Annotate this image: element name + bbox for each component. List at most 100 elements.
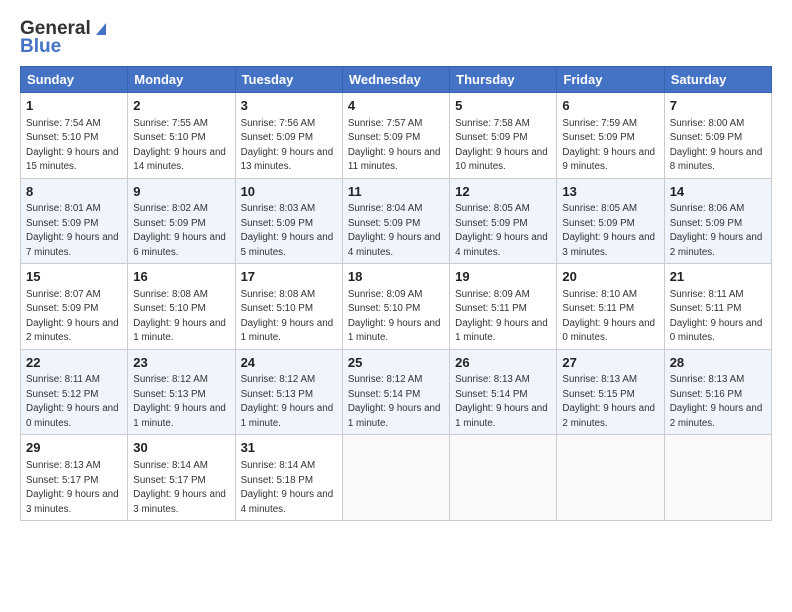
calendar-cell: 19 Sunrise: 8:09 AMSunset: 5:11 PMDayligh… — [450, 264, 557, 350]
calendar-cell: 13 Sunrise: 8:05 AMSunset: 5:09 PMDayligh… — [557, 178, 664, 264]
calendar-cell: 29 Sunrise: 8:13 AMSunset: 5:17 PMDayligh… — [21, 435, 128, 521]
calendar-cell: 1 Sunrise: 7:54 AMSunset: 5:10 PMDaylight… — [21, 93, 128, 179]
calendar-cell: 24 Sunrise: 8:12 AMSunset: 5:13 PMDayligh… — [235, 349, 342, 435]
calendar-cell: 26 Sunrise: 8:13 AMSunset: 5:14 PMDayligh… — [450, 349, 557, 435]
day-number: 8 — [26, 183, 122, 201]
day-detail: Sunrise: 8:10 AMSunset: 5:11 PMDaylight:… — [562, 289, 655, 344]
day-number: 18 — [348, 268, 444, 286]
col-header-wednesday: Wednesday — [342, 67, 449, 93]
col-header-saturday: Saturday — [664, 67, 771, 93]
col-header-tuesday: Tuesday — [235, 67, 342, 93]
calendar-cell: 31 Sunrise: 8:14 AMSunset: 5:18 PMDayligh… — [235, 435, 342, 521]
day-detail: Sunrise: 8:08 AMSunset: 5:10 PMDaylight:… — [241, 289, 334, 344]
calendar-cell: 15Sunrise: 8:07 AMSunset: 5:09 PMDayligh… — [21, 264, 128, 350]
day-detail: Sunrise: 7:54 AMSunset: 5:10 PMDaylight:… — [26, 118, 119, 173]
day-detail: Sunrise: 7:58 AMSunset: 5:09 PMDaylight:… — [455, 118, 548, 173]
day-detail: Sunrise: 8:13 AMSunset: 5:17 PMDaylight:… — [26, 460, 119, 515]
day-number: 17 — [241, 268, 337, 286]
col-header-thursday: Thursday — [450, 67, 557, 93]
calendar-cell: 6Sunrise: 7:59 AMSunset: 5:09 PMDaylight… — [557, 93, 664, 179]
calendar-cell: 16 Sunrise: 8:08 AMSunset: 5:10 PMDayligh… — [128, 264, 235, 350]
calendar-table: SundayMondayTuesdayWednesdayThursdayFrid… — [20, 66, 772, 521]
calendar-cell: 3Sunrise: 7:56 AMSunset: 5:09 PMDaylight… — [235, 93, 342, 179]
day-number: 16 — [133, 268, 229, 286]
calendar-cell: 23 Sunrise: 8:12 AMSunset: 5:13 PMDayligh… — [128, 349, 235, 435]
page-header: General Blue — [20, 18, 772, 58]
day-number: 31 — [241, 439, 337, 457]
day-number: 25 — [348, 354, 444, 372]
day-detail: Sunrise: 8:13 AMSunset: 5:14 PMDaylight:… — [455, 374, 548, 429]
calendar-cell — [557, 435, 664, 521]
day-number: 6 — [562, 97, 658, 115]
day-detail: Sunrise: 8:12 AMSunset: 5:13 PMDaylight:… — [133, 374, 226, 429]
logo-icon — [92, 19, 110, 37]
day-number: 2 — [133, 97, 229, 115]
day-number: 27 — [562, 354, 658, 372]
calendar-cell: 2 Sunrise: 7:55 AMSunset: 5:10 PMDaylight… — [128, 93, 235, 179]
calendar-cell: 27Sunrise: 8:13 AMSunset: 5:15 PMDayligh… — [557, 349, 664, 435]
day-number: 12 — [455, 183, 551, 201]
calendar-cell: 21Sunrise: 8:11 AMSunset: 5:11 PMDayligh… — [664, 264, 771, 350]
day-number: 19 — [455, 268, 551, 286]
day-detail: Sunrise: 7:57 AMSunset: 5:09 PMDaylight:… — [348, 118, 441, 173]
calendar-week-2: 8 Sunrise: 8:01 AMSunset: 5:09 PMDaylight… — [21, 178, 772, 264]
day-detail: Sunrise: 8:12 AMSunset: 5:13 PMDaylight:… — [241, 374, 334, 429]
day-number: 20 — [562, 268, 658, 286]
day-number: 22 — [26, 354, 122, 372]
col-header-friday: Friday — [557, 67, 664, 93]
calendar-cell: 9 Sunrise: 8:02 AMSunset: 5:09 PMDaylight… — [128, 178, 235, 264]
calendar-cell: 25 Sunrise: 8:12 AMSunset: 5:14 PMDayligh… — [342, 349, 449, 435]
day-detail: Sunrise: 8:00 AMSunset: 5:09 PMDaylight:… — [670, 118, 763, 173]
day-number: 11 — [348, 183, 444, 201]
calendar-cell: 5 Sunrise: 7:58 AMSunset: 5:09 PMDaylight… — [450, 93, 557, 179]
col-header-monday: Monday — [128, 67, 235, 93]
day-detail: Sunrise: 8:12 AMSunset: 5:14 PMDaylight:… — [348, 374, 441, 429]
day-number: 13 — [562, 183, 658, 201]
day-detail: Sunrise: 7:55 AMSunset: 5:10 PMDaylight:… — [133, 118, 226, 173]
calendar-cell: 11 Sunrise: 8:04 AMSunset: 5:09 PMDayligh… — [342, 178, 449, 264]
calendar-cell: 12 Sunrise: 8:05 AMSunset: 5:09 PMDayligh… — [450, 178, 557, 264]
day-number: 30 — [133, 439, 229, 457]
day-detail: Sunrise: 8:04 AMSunset: 5:09 PMDaylight:… — [348, 203, 441, 258]
day-detail: Sunrise: 7:56 AMSunset: 5:09 PMDaylight:… — [241, 118, 334, 173]
day-number: 29 — [26, 439, 122, 457]
day-number: 14 — [670, 183, 766, 201]
day-number: 4 — [348, 97, 444, 115]
day-number: 26 — [455, 354, 551, 372]
calendar-cell: 28Sunrise: 8:13 AMSunset: 5:16 PMDayligh… — [664, 349, 771, 435]
day-detail: Sunrise: 8:06 AMSunset: 5:09 PMDaylight:… — [670, 203, 763, 258]
calendar-cell — [664, 435, 771, 521]
day-number: 21 — [670, 268, 766, 286]
calendar-week-4: 22 Sunrise: 8:11 AMSunset: 5:12 PMDayligh… — [21, 349, 772, 435]
day-number: 9 — [133, 183, 229, 201]
day-detail: Sunrise: 8:01 AMSunset: 5:09 PMDaylight:… — [26, 203, 119, 258]
day-detail: Sunrise: 8:05 AMSunset: 5:09 PMDaylight:… — [562, 203, 655, 258]
day-number: 15 — [26, 268, 122, 286]
calendar-week-5: 29 Sunrise: 8:13 AMSunset: 5:17 PMDayligh… — [21, 435, 772, 521]
day-detail: Sunrise: 8:03 AMSunset: 5:09 PMDaylight:… — [241, 203, 334, 258]
calendar-cell: 8 Sunrise: 8:01 AMSunset: 5:09 PMDaylight… — [21, 178, 128, 264]
day-number: 7 — [670, 97, 766, 115]
calendar-cell: 7 Sunrise: 8:00 AMSunset: 5:09 PMDaylight… — [664, 93, 771, 179]
day-detail: Sunrise: 8:02 AMSunset: 5:09 PMDaylight:… — [133, 203, 226, 258]
calendar-week-1: 1 Sunrise: 7:54 AMSunset: 5:10 PMDaylight… — [21, 93, 772, 179]
day-number: 1 — [26, 97, 122, 115]
day-detail: Sunrise: 8:05 AMSunset: 5:09 PMDaylight:… — [455, 203, 548, 258]
calendar-cell: 17 Sunrise: 8:08 AMSunset: 5:10 PMDayligh… — [235, 264, 342, 350]
day-detail: Sunrise: 8:09 AMSunset: 5:11 PMDaylight:… — [455, 289, 548, 344]
day-number: 23 — [133, 354, 229, 372]
calendar-cell: 14 Sunrise: 8:06 AMSunset: 5:09 PMDayligh… — [664, 178, 771, 264]
calendar-cell: 22 Sunrise: 8:11 AMSunset: 5:12 PMDayligh… — [21, 349, 128, 435]
calendar-cell: 4 Sunrise: 7:57 AMSunset: 5:09 PMDaylight… — [342, 93, 449, 179]
day-detail: Sunrise: 8:14 AMSunset: 5:18 PMDaylight:… — [241, 460, 334, 515]
calendar-header-row: SundayMondayTuesdayWednesdayThursdayFrid… — [21, 67, 772, 93]
day-detail: Sunrise: 8:08 AMSunset: 5:10 PMDaylight:… — [133, 289, 226, 344]
day-detail: Sunrise: 8:14 AMSunset: 5:17 PMDaylight:… — [133, 460, 226, 515]
day-detail: Sunrise: 8:11 AMSunset: 5:12 PMDaylight:… — [26, 374, 119, 429]
calendar-cell: 30 Sunrise: 8:14 AMSunset: 5:17 PMDayligh… — [128, 435, 235, 521]
day-number: 24 — [241, 354, 337, 372]
day-number: 10 — [241, 183, 337, 201]
day-number: 5 — [455, 97, 551, 115]
day-number: 28 — [670, 354, 766, 372]
calendar-cell — [450, 435, 557, 521]
